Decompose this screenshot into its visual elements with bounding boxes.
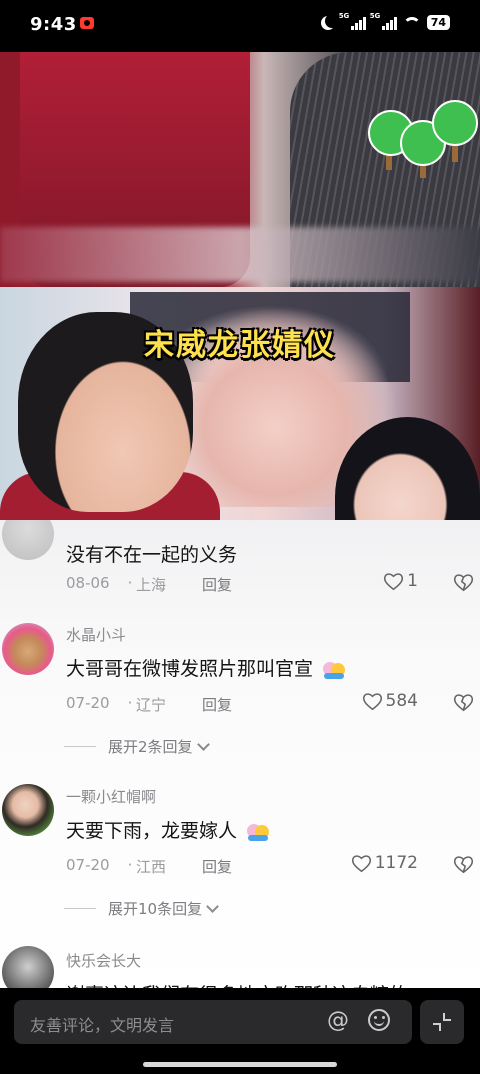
smile-icon[interactable] bbox=[368, 1009, 390, 1031]
like-count: 1 bbox=[407, 571, 418, 591]
moon-icon bbox=[325, 14, 339, 28]
comment-meta: 08-06 · 上海 回复 bbox=[66, 574, 232, 595]
comment-item: 快乐会长大 谢事这边我们有很多地方昨那种这自糖的 bbox=[0, 944, 480, 988]
meta-dot: · bbox=[127, 694, 133, 712]
at-icon[interactable]: @ bbox=[326, 1009, 350, 1033]
expand-replies-label: 展开2条回复 bbox=[108, 738, 193, 756]
divider bbox=[64, 908, 96, 909]
comment-list[interactable]: 没有不在一起的义务 08-06 · 上海 回复 1 水晶小斗 大哥哥在微博发照片… bbox=[0, 520, 480, 988]
comment-text-wrap: 大哥哥在微博发照片那叫官宣 bbox=[66, 654, 347, 681]
reply-button[interactable]: 回复 bbox=[202, 856, 232, 877]
signal-label-2: 5G bbox=[369, 11, 381, 20]
expand-button[interactable] bbox=[420, 1000, 464, 1044]
expand-replies-label: 展开10条回复 bbox=[108, 900, 203, 918]
meta-dot: · bbox=[127, 574, 133, 592]
broken-heart-icon[interactable] bbox=[453, 573, 474, 592]
like-count: 1172 bbox=[374, 853, 418, 873]
comment-input-placeholder: 友善评论，文明发言 bbox=[30, 1016, 175, 1035]
comment-meta: 07-20 · 江西 回复 bbox=[66, 856, 232, 877]
comment-author[interactable]: 水晶小斗 bbox=[66, 624, 126, 645]
signal-label: 5G bbox=[338, 11, 350, 20]
comment-item: 一颗小红帽啊 天要下雨，龙要嫁人 07-20 · 江西 回复 1172 展开10… bbox=[0, 780, 480, 942]
heart-icon bbox=[384, 572, 404, 590]
comment-meta: 07-20 · 辽宁 回复 bbox=[66, 694, 232, 715]
status-icons: 5G 5G 74 bbox=[321, 12, 450, 30]
expand-replies-button[interactable]: 展开2条回复 bbox=[64, 736, 210, 757]
comment-date: 07-20 bbox=[66, 694, 110, 712]
avatar[interactable] bbox=[2, 784, 54, 836]
comment-text: 没有不在一起的义务 bbox=[66, 544, 238, 566]
comment-location: 上海 bbox=[136, 576, 167, 594]
battery-indicator: 74 bbox=[426, 15, 450, 30]
comment-item: 没有不在一起的义务 08-06 · 上海 回复 1 bbox=[0, 520, 480, 598]
comment-item: 水晶小斗 大哥哥在微博发照片那叫官宣 07-20 · 辽宁 回复 584 展开2… bbox=[0, 618, 480, 778]
avatar[interactable] bbox=[2, 520, 54, 560]
signal-icon: 5G bbox=[339, 12, 366, 30]
comment-author[interactable]: 一颗小红帽啊 bbox=[66, 786, 156, 807]
chevron-down-icon bbox=[196, 738, 210, 751]
broken-heart-icon[interactable] bbox=[453, 693, 474, 712]
meta-dot: · bbox=[127, 856, 133, 874]
wifi-icon bbox=[402, 16, 421, 29]
divider bbox=[64, 746, 96, 747]
comment-author[interactable]: 快乐会长大 bbox=[66, 950, 141, 971]
comment-input[interactable]: 友善评论，文明发言 @ bbox=[14, 1000, 412, 1044]
reply-button[interactable]: 回复 bbox=[202, 694, 232, 715]
reply-button[interactable]: 回复 bbox=[202, 574, 232, 595]
comment-text-wrap: 天要下雨，龙要嫁人 bbox=[66, 816, 271, 843]
like-button[interactable]: 1172 bbox=[351, 853, 418, 873]
video-caption: 宋威龙张婧仪 bbox=[144, 328, 336, 363]
comment-text: 大哥哥在微博发照片那叫官宣 bbox=[66, 658, 314, 680]
comment-date: 08-06 bbox=[66, 574, 110, 592]
comment-text: 谢事这边我们有很多地方昨那种这自糖的 bbox=[66, 980, 408, 988]
video-blurred-band bbox=[0, 227, 480, 282]
status-bar: 9:43 5G 5G 74 bbox=[0, 0, 480, 50]
screen-record-icon bbox=[80, 17, 94, 29]
like-count: 584 bbox=[385, 691, 418, 711]
home-indicator[interactable] bbox=[143, 1062, 337, 1067]
avatar[interactable] bbox=[2, 623, 54, 675]
comment-date: 07-20 bbox=[66, 856, 110, 874]
hug-emoji-icon bbox=[247, 823, 270, 841]
tree-sticker-icon bbox=[360, 70, 480, 180]
video-player[interactable]: 宋威龙张婧仪 bbox=[0, 52, 480, 520]
expand-replies-button[interactable]: 展开10条回复 bbox=[64, 898, 219, 919]
like-button[interactable]: 1 bbox=[383, 571, 418, 591]
signal-icon-2: 5G bbox=[370, 12, 397, 30]
comment-location: 辽宁 bbox=[136, 696, 167, 714]
hug-emoji-icon bbox=[323, 661, 346, 679]
heart-icon bbox=[351, 854, 371, 872]
avatar[interactable] bbox=[2, 946, 54, 988]
chevron-down-icon bbox=[206, 900, 219, 913]
comment-text: 天要下雨，龙要嫁人 bbox=[66, 820, 238, 842]
like-button[interactable]: 584 bbox=[362, 691, 418, 711]
comment-location: 江西 bbox=[136, 858, 167, 876]
expand-icon bbox=[433, 1013, 451, 1031]
heart-icon bbox=[362, 692, 382, 710]
broken-heart-icon[interactable] bbox=[453, 855, 474, 874]
status-time: 9:43 bbox=[30, 14, 77, 35]
